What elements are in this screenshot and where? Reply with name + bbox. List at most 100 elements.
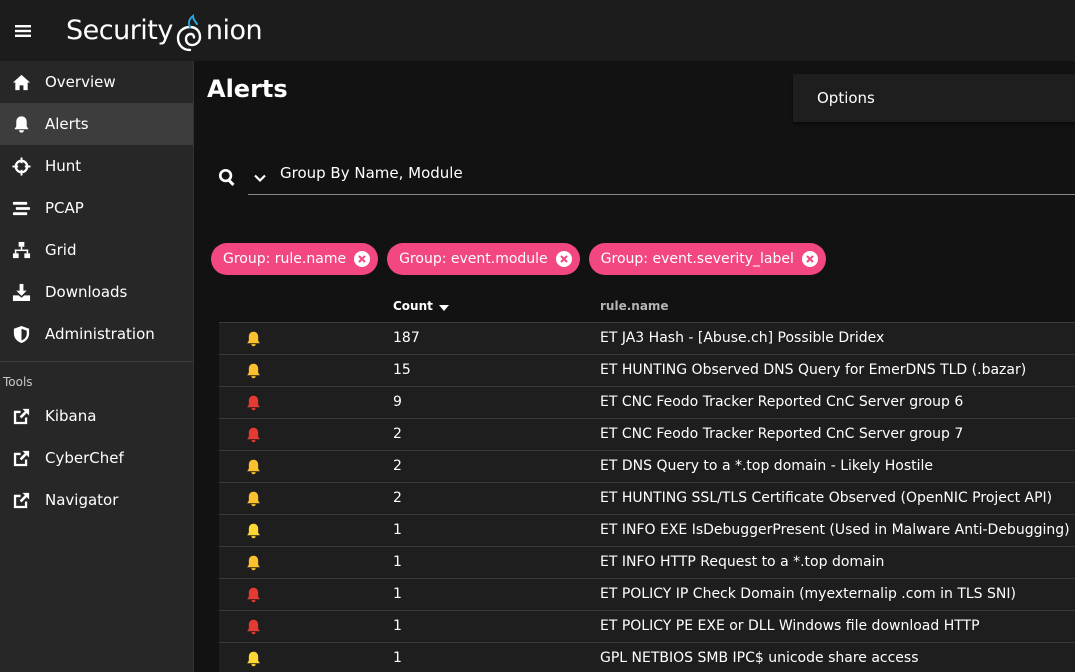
sidebar-item-label: Kibana (45, 407, 97, 425)
table-header: Count rule.name (219, 289, 1075, 323)
sidebar-item-pcap[interactable]: PCAP (0, 187, 193, 229)
table-row[interactable]: 2 ET DNS Query to a *.top domain - Likely… (219, 451, 1075, 483)
options-panel[interactable]: Options (793, 74, 1075, 122)
query-bar: Group By Name, Module (195, 159, 1075, 195)
row-rule-name[interactable]: ET POLICY PE EXE or DLL Windows file dow… (600, 618, 980, 634)
row-rule-name[interactable]: ET HUNTING SSL/TLS Certificate Observed … (600, 490, 1052, 506)
chip-group-event-severity-label[interactable]: Group: event.severity_label (588, 243, 826, 275)
table-row[interactable]: 1 ET INFO EXE IsDebuggerPresent (Used in … (219, 515, 1075, 547)
network-icon (10, 240, 32, 260)
table-row[interactable]: 1 ET POLICY IP Check Domain (myexternalip… (219, 579, 1075, 611)
row-rule-name[interactable]: GPL NETBIOS SMB IPC$ unicode share acces… (600, 650, 919, 666)
top-bar: Security nion (0, 0, 1075, 61)
bell-icon[interactable] (245, 650, 262, 668)
table-row[interactable]: 2 ET HUNTING SSL/TLS Certificate Observed… (219, 483, 1075, 515)
app-logo[interactable]: Security nion (66, 13, 263, 51)
row-count[interactable]: 1 (393, 650, 402, 666)
options-label: Options (817, 89, 875, 107)
menu-button[interactable] (0, 0, 46, 61)
row-count[interactable]: 1 (393, 586, 402, 602)
chip-label: Group: event.module (399, 251, 548, 267)
table-row[interactable]: 1 ET INFO HTTP Request to a *.top domain (219, 547, 1075, 579)
bell-icon[interactable] (245, 490, 262, 508)
download-icon (10, 282, 32, 302)
bell-icon[interactable] (245, 554, 262, 572)
bell-icon[interactable] (245, 522, 262, 540)
row-rule-name[interactable]: ET CNC Feodo Tracker Reported CnC Server… (600, 394, 963, 410)
bell-icon[interactable] (245, 586, 262, 604)
bell-icon (10, 114, 32, 134)
sidebar-item-label: Overview (45, 73, 116, 91)
logo-text-nion: nion (205, 15, 263, 46)
row-count[interactable]: 1 (393, 554, 402, 570)
sidebar-item-label: Administration (45, 325, 155, 343)
bell-icon[interactable] (245, 362, 262, 380)
row-count[interactable]: 187 (393, 330, 420, 346)
close-circle-icon[interactable] (555, 251, 572, 267)
close-circle-icon[interactable] (801, 251, 818, 267)
tools-heading: Tools (3, 375, 33, 389)
bell-icon[interactable] (245, 426, 262, 444)
sidebar-item-label: Grid (45, 241, 77, 259)
column-header-label: Count (393, 299, 433, 313)
stream-icon (10, 198, 32, 218)
search-icon[interactable] (218, 168, 237, 187)
sidebar-item-overview[interactable]: Overview (0, 61, 193, 103)
column-header-rule-name[interactable]: rule.name (600, 299, 669, 313)
sidebar: Overview Alerts Hunt PCAP Grid Downloads… (0, 61, 194, 672)
bell-icon[interactable] (245, 458, 262, 476)
shield-icon (10, 324, 32, 344)
sidebar-item-administration[interactable]: Administration (0, 313, 193, 355)
sidebar-item-label: CyberChef (45, 449, 124, 467)
bell-icon[interactable] (245, 330, 262, 348)
sidebar-item-cyberchef[interactable]: CyberChef (0, 437, 193, 479)
row-rule-name[interactable]: ET HUNTING Observed DNS Query for EmerDN… (600, 362, 1026, 378)
sidebar-item-grid[interactable]: Grid (0, 229, 193, 271)
row-rule-name[interactable]: ET DNS Query to a *.top domain - Likely … (600, 458, 933, 474)
row-count[interactable]: 2 (393, 426, 402, 442)
sidebar-item-kibana[interactable]: Kibana (0, 395, 193, 437)
chip-group-rule-name[interactable]: Group: rule.name (211, 243, 379, 275)
query-input[interactable]: Group By Name, Module (248, 159, 1075, 195)
row-count[interactable]: 2 (393, 458, 402, 474)
bell-icon[interactable] (245, 618, 262, 636)
sidebar-item-label: Alerts (45, 115, 89, 133)
close-circle-icon[interactable] (354, 251, 371, 267)
row-count[interactable]: 9 (393, 394, 402, 410)
sidebar-item-downloads[interactable]: Downloads (0, 271, 193, 313)
chevron-down-icon[interactable] (253, 171, 267, 185)
main-content: Alerts Options Group By Name, Module Gro… (195, 61, 1075, 672)
sidebar-item-hunt[interactable]: Hunt (0, 145, 193, 187)
sidebar-item-label: Downloads (45, 283, 128, 301)
logo-text-security: Security (66, 15, 173, 46)
table-row[interactable]: 9 ET CNC Feodo Tracker Reported CnC Serve… (219, 387, 1075, 419)
row-rule-name[interactable]: ET JA3 Hash - [Abuse.ch] Possible Dridex (600, 330, 884, 346)
bell-icon[interactable] (245, 394, 262, 412)
table-row[interactable]: 15 ET HUNTING Observed DNS Query for Emer… (219, 355, 1075, 387)
sidebar-item-label: Hunt (45, 157, 82, 175)
row-count[interactable]: 1 (393, 618, 402, 634)
external-link-icon (10, 448, 32, 468)
row-rule-name[interactable]: ET INFO EXE IsDebuggerPresent (Used in M… (600, 522, 1070, 538)
table-row[interactable]: 187 ET JA3 Hash - [Abuse.ch] Possible Dri… (219, 323, 1075, 355)
table-row[interactable]: 1 GPL NETBIOS SMB IPC$ unicode share acce… (219, 643, 1075, 672)
row-count[interactable]: 2 (393, 490, 402, 506)
row-count[interactable]: 15 (393, 362, 411, 378)
row-rule-name[interactable]: ET INFO HTTP Request to a *.top domain (600, 554, 884, 570)
sort-desc-icon (438, 305, 449, 311)
column-header-count[interactable]: Count (393, 299, 449, 313)
alerts-table: Count rule.name 187 ET JA3 Hash - [Abuse.… (219, 289, 1075, 672)
external-link-icon (10, 406, 32, 426)
sidebar-item-navigator[interactable]: Navigator (0, 479, 193, 521)
sidebar-item-alerts[interactable]: Alerts (0, 103, 193, 145)
row-rule-name[interactable]: ET POLICY IP Check Domain (myexternalip … (600, 586, 1016, 602)
chip-group-event-module[interactable]: Group: event.module (387, 243, 580, 275)
row-rule-name[interactable]: ET CNC Feodo Tracker Reported CnC Server… (600, 426, 963, 442)
chip-label: Group: rule.name (223, 251, 347, 267)
sidebar-item-label: PCAP (45, 199, 84, 217)
row-count[interactable]: 1 (393, 522, 402, 538)
onion-logo-icon (176, 13, 202, 51)
table-row[interactable]: 1 ET POLICY PE EXE or DLL Windows file do… (219, 611, 1075, 643)
table-row[interactable]: 2 ET CNC Feodo Tracker Reported CnC Serve… (219, 419, 1075, 451)
sidebar-item-label: Navigator (45, 491, 119, 509)
